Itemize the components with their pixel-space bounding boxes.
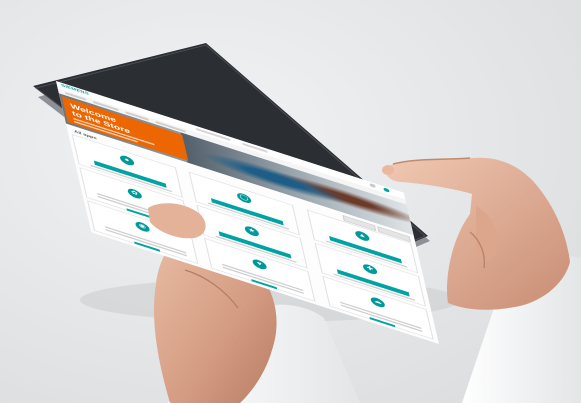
chat-icon: ● [119, 153, 136, 168]
cart-icon[interactable] [383, 187, 390, 193]
pin-icon: ◉ [134, 220, 151, 234]
right-fingertip [382, 165, 394, 175]
cloud-icon: ☁ [369, 295, 386, 309]
photo-scene: SIEMENS Welcome to the Store All apps ● … [0, 0, 581, 403]
heart-icon: ♥ [251, 257, 268, 271]
drop-icon: ▲ [354, 229, 371, 243]
globe-icon: ◯ [236, 191, 253, 205]
leaf-icon: ✿ [126, 187, 143, 201]
user-icon[interactable] [369, 182, 376, 189]
puzzle-icon: ✚ [362, 262, 379, 276]
star-icon: ★ [243, 224, 260, 238]
